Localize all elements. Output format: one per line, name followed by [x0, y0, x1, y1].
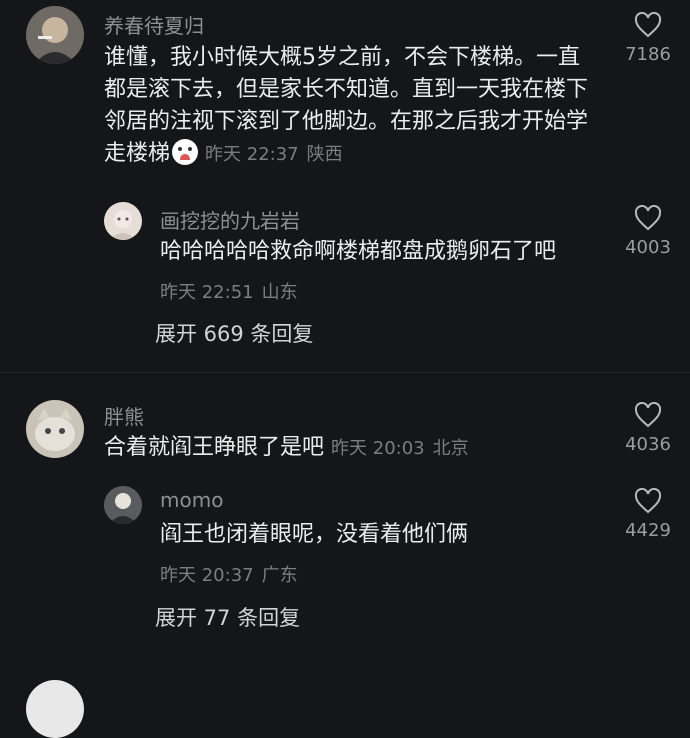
- reply-username[interactable]: momo: [160, 488, 223, 512]
- reply-time: 昨天 20:37: [160, 565, 254, 586]
- comment-username[interactable]: 胖熊: [104, 401, 144, 430]
- reply-avatar[interactable]: [104, 486, 142, 524]
- comment-text: 合着就阎王睁眼了是吧 昨天 20:03 北京: [104, 432, 600, 465]
- expand-replies-button[interactable]: 展开 669 条回复: [155, 318, 313, 348]
- comment-location: 北京: [432, 438, 469, 459]
- reply-text: 哈哈哈哈哈救命啊楼梯都盘成鹅卵石了吧: [160, 239, 557, 264]
- reply-meta: 昨天 22:51 山东: [160, 278, 306, 304]
- reply-text: 阎王也闭着眼呢，没看着他们俩: [160, 522, 469, 547]
- comment-meta: 昨天 20:03 北京: [331, 438, 477, 459]
- avatar[interactable]: [26, 6, 84, 64]
- reply-location: 广东: [261, 565, 298, 586]
- avatar[interactable]: [26, 400, 84, 458]
- reply-time: 昨天 22:51: [160, 282, 254, 303]
- like-count: 4003: [625, 237, 671, 258]
- like-button[interactable]: 4036: [608, 402, 688, 455]
- heart-icon: [634, 402, 662, 428]
- reply-avatar[interactable]: [104, 202, 142, 240]
- comment-text-content: 合着就阎王睁眼了是吧: [104, 435, 325, 460]
- reply-meta: 昨天 20:37 广东: [160, 561, 306, 587]
- reply-username[interactable]: 画挖挖的九岩岩: [160, 205, 300, 234]
- like-count: 7186: [625, 44, 671, 65]
- heart-icon: [634, 205, 662, 231]
- comment-item: 胖熊 合着就阎王睁眼了是吧 昨天 20:03 北京 4036 momo 阎王也闭着…: [0, 372, 690, 690]
- avatar[interactable]: [26, 680, 84, 738]
- comment-username[interactable]: 养春待夏归: [104, 10, 204, 39]
- reply-like-button[interactable]: 4429: [608, 488, 688, 541]
- like-count: 4429: [625, 520, 671, 541]
- comment-text: 谁懂，我小时候大概5岁之前，不会下楼梯。一直都是滚下去，但是家长不知道。直到一天…: [104, 42, 600, 171]
- comment-meta: 昨天 22:37 陕西: [205, 144, 351, 165]
- heart-icon: [634, 488, 662, 514]
- heart-icon: [634, 12, 662, 38]
- crying-laughing-emoji-icon: [172, 139, 199, 165]
- comment-time: 昨天 22:37: [205, 144, 299, 165]
- reply-like-button[interactable]: 4003: [608, 205, 688, 258]
- comment-item: 养春待夏归 谁懂，我小时候大概5岁之前，不会下楼梯。一直都是滚下去，但是家长不知…: [0, 0, 690, 370]
- comment-time: 昨天 20:03: [331, 438, 425, 459]
- like-count: 4036: [625, 434, 671, 455]
- reply-location: 山东: [261, 282, 298, 303]
- like-button[interactable]: 7186: [608, 12, 688, 65]
- comment-location: 陕西: [306, 144, 343, 165]
- expand-replies-button[interactable]: 展开 77 条回复: [155, 602, 300, 632]
